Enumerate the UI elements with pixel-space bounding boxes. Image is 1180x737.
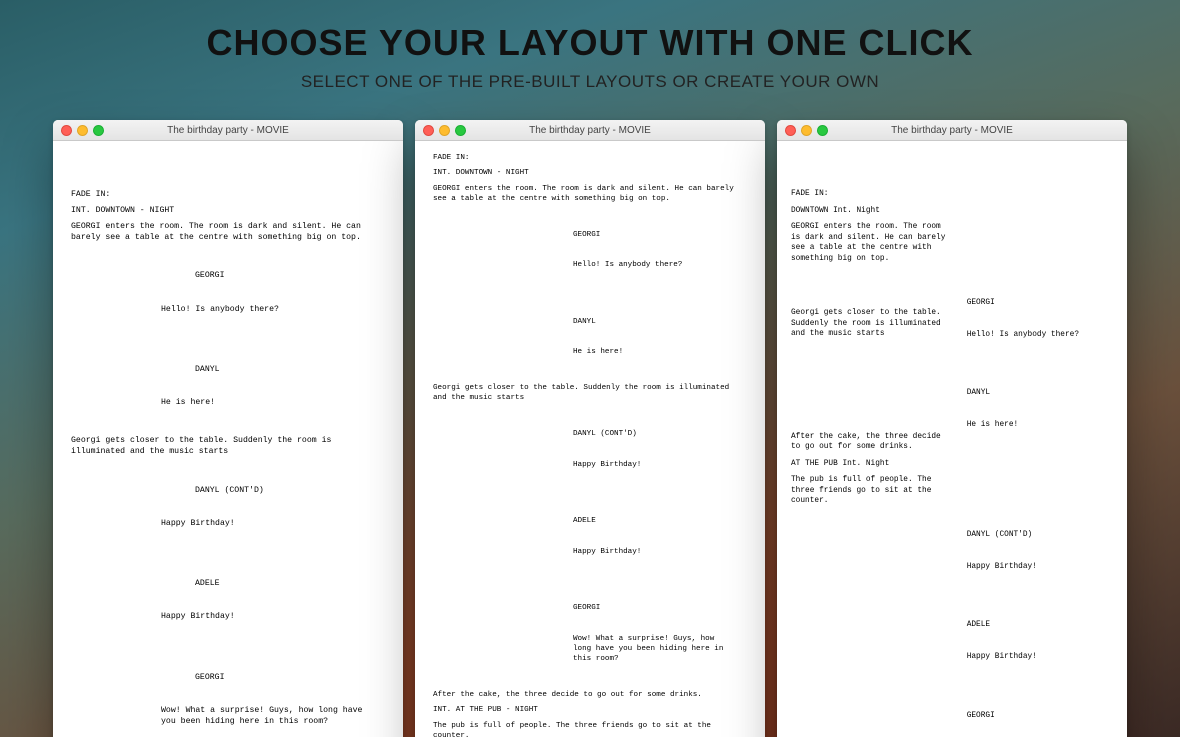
character: ADELE: [573, 516, 737, 526]
line: Hello! Is anybody there?: [161, 304, 375, 315]
line: He is here!: [161, 397, 375, 408]
action: GEORGI enters the room. The room is dark…: [791, 222, 953, 264]
line: Wow! What a surprise! Guys, how long hav…: [161, 705, 375, 727]
character: GEORGI: [161, 270, 375, 281]
dialogue: ADELE Happy Birthday!: [433, 496, 747, 578]
page-content: FADE IN: INT. DOWNTOWN - NIGHT GEORGI en…: [415, 141, 765, 737]
action: GEORGI enters the room. The room is dark…: [433, 184, 747, 205]
action: Georgi gets closer to the table. Suddenl…: [71, 435, 385, 457]
titlebar[interactable]: The birthday party - MOVIE: [415, 120, 765, 141]
dialogue: GEORGI Wow! What a surprise! Guys, how l…: [71, 649, 385, 737]
scene-heading: INT. DOWNTOWN - NIGHT: [433, 168, 747, 178]
action: GEORGI enters the room. The room is dark…: [71, 221, 385, 243]
character: ADELE: [161, 578, 375, 589]
line: He is here!: [573, 347, 737, 357]
dialogue: GEORGI Hello! Is anybody there?: [71, 248, 385, 337]
zoom-icon[interactable]: [93, 125, 104, 136]
action: After the cake, the three decide to go o…: [791, 432, 953, 453]
scene-heading: INT. AT THE PUB - NIGHT: [433, 705, 747, 715]
scene-heading: DOWNTOWN Int. Night: [791, 206, 953, 217]
traffic-lights: [785, 125, 828, 136]
character: GEORGI: [967, 298, 1103, 309]
dialogue: GEORGI Wow! What a surprise! Guys, how l…: [967, 690, 1113, 737]
line: Happy Birthday!: [573, 547, 737, 557]
dialogue: DANYL (CONT'D) Happy Birthday!: [71, 462, 385, 551]
character: DANYL: [161, 364, 375, 375]
line: Hello! Is anybody there?: [967, 330, 1103, 341]
hero-subtitle: SELECT ONE OF THE PRE-BUILT LAYOUTS OR C…: [0, 72, 1180, 92]
dialogue: DANYL (CONT'D) Happy Birthday!: [433, 409, 747, 491]
line: Wow! What a surprise! Guys, how long hav…: [573, 634, 737, 665]
window-row: The birthday party - MOVIE FADE IN: INT.…: [0, 120, 1180, 737]
titlebar[interactable]: The birthday party - MOVIE: [777, 120, 1127, 141]
character: DANYL (CONT'D): [161, 485, 375, 496]
character: GEORGI: [573, 603, 737, 613]
character: DANYL: [573, 317, 737, 327]
character: ADELE: [967, 620, 1103, 631]
dialogue: DANYL He is here!: [71, 342, 385, 431]
line: Happy Birthday!: [161, 611, 375, 622]
character: GEORGI: [161, 672, 375, 683]
minimize-icon[interactable]: [801, 125, 812, 136]
minimize-icon[interactable]: [439, 125, 450, 136]
dialogue-column: GEORGI Hello! Is anybody there? DANYL He…: [967, 159, 1113, 737]
action: The pub is full of people. The three fri…: [791, 475, 953, 507]
character: DANYL (CONT'D): [573, 429, 737, 439]
line: He is here!: [967, 420, 1103, 431]
line: Happy Birthday!: [967, 652, 1103, 663]
window-title: The birthday party - MOVIE: [53, 125, 403, 136]
dialogue: GEORGI Wow! What a surprise! Guys, how l…: [433, 583, 747, 686]
dialogue: DANYL He is here!: [433, 296, 747, 378]
line: Hello! Is anybody there?: [573, 260, 737, 270]
window-layout-2: The birthday party - MOVIE FADE IN: INT.…: [415, 120, 765, 737]
dialogue: DANYL He is here!: [967, 367, 1113, 451]
hero: CHOOSE YOUR LAYOUT WITH ONE CLICK SELECT…: [0, 0, 1180, 92]
action: The pub is full of people. The three fri…: [433, 721, 747, 737]
close-icon[interactable]: [423, 125, 434, 136]
dialogue: ADELE Happy Birthday!: [71, 556, 385, 645]
action-column: FADE IN: DOWNTOWN Int. Night GEORGI ente…: [791, 159, 953, 737]
page-content: FADE IN: DOWNTOWN Int. Night GEORGI ente…: [777, 141, 1127, 737]
character: DANYL (CONT'D): [967, 530, 1103, 541]
close-icon[interactable]: [61, 125, 72, 136]
scene-heading: AT THE PUB Int. Night: [791, 459, 953, 470]
dialogue: GEORGI Hello! Is anybody there?: [967, 277, 1113, 361]
action: Georgi gets closer to the table. Suddenl…: [791, 308, 953, 340]
fade-in: FADE IN:: [71, 189, 385, 200]
zoom-icon[interactable]: [455, 125, 466, 136]
close-icon[interactable]: [785, 125, 796, 136]
dialogue: GEORGI Hello! Is anybody there?: [433, 209, 747, 291]
action: After the cake, the three decide to go o…: [433, 690, 747, 700]
page-content: FADE IN: INT. DOWNTOWN - NIGHT GEORGI en…: [53, 141, 403, 737]
character: DANYL: [967, 388, 1103, 399]
window-layout-3: The birthday party - MOVIE FADE IN: DOWN…: [777, 120, 1127, 737]
hero-title: CHOOSE YOUR LAYOUT WITH ONE CLICK: [0, 22, 1180, 64]
titlebar[interactable]: The birthday party - MOVIE: [53, 120, 403, 141]
fade-in: FADE IN:: [791, 189, 953, 200]
action: Georgi gets closer to the table. Suddenl…: [433, 383, 747, 404]
window-title: The birthday party - MOVIE: [415, 125, 765, 136]
line: Happy Birthday!: [573, 460, 737, 470]
dialogue: ADELE Happy Birthday!: [967, 599, 1113, 683]
minimize-icon[interactable]: [77, 125, 88, 136]
fade-in: FADE IN:: [433, 153, 747, 163]
character: GEORGI: [967, 711, 1103, 722]
traffic-lights: [61, 125, 104, 136]
line: Happy Birthday!: [161, 518, 375, 529]
zoom-icon[interactable]: [817, 125, 828, 136]
window-layout-1: The birthday party - MOVIE FADE IN: INT.…: [53, 120, 403, 737]
character: GEORGI: [573, 230, 737, 240]
traffic-lights: [423, 125, 466, 136]
window-title: The birthday party - MOVIE: [777, 125, 1127, 136]
dialogue: DANYL (CONT'D) Happy Birthday!: [967, 509, 1113, 593]
line: Happy Birthday!: [967, 562, 1103, 573]
scene-heading: INT. DOWNTOWN - NIGHT: [71, 205, 385, 216]
